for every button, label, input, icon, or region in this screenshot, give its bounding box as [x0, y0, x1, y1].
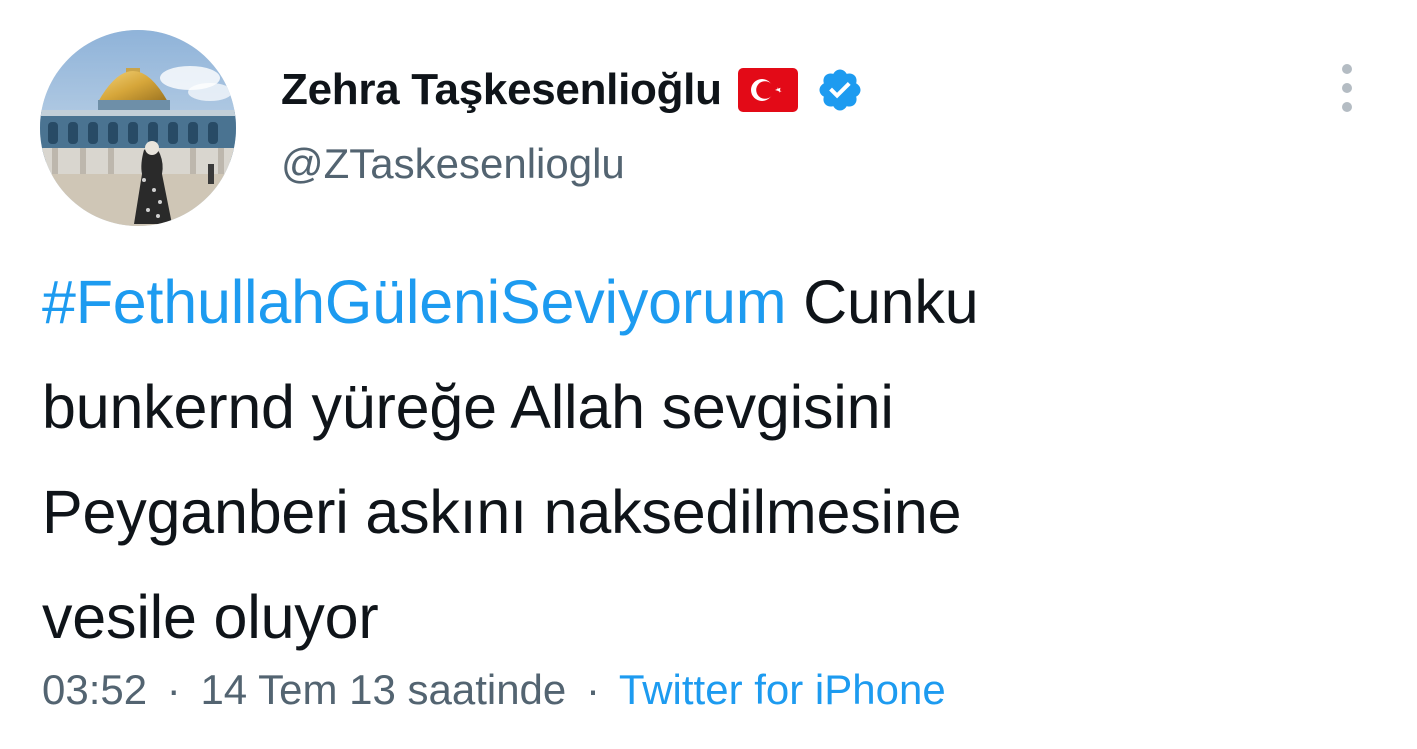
hashtag-link[interactable]: #FethullahGüleniSeviyorum — [42, 268, 787, 336]
verified-badge-icon — [816, 66, 864, 114]
tweet-line-1: #FethullahGüleniSeviyorum Cunku — [42, 250, 1382, 355]
more-dot — [1342, 102, 1352, 112]
tweet-card: Zehra Taşkesenlioğlu @ZTaskesenlioglu #F… — [0, 0, 1417, 749]
meta-separator: · — [585, 666, 600, 713]
tweet-line-2: bunkernd yüreğe Allah sevgisini — [42, 373, 894, 441]
tweet-line-4: vesile oluyor — [42, 583, 379, 651]
tweet-text-fragment: Cunku — [786, 268, 979, 336]
more-options-icon[interactable] — [1325, 60, 1369, 116]
meta-separator: · — [166, 666, 181, 713]
author-name-row: Zehra Taşkesenlioğlu — [281, 62, 864, 118]
tweet-time[interactable]: 03:52 — [42, 666, 147, 713]
avatar-photo — [40, 30, 236, 226]
more-dot — [1342, 64, 1352, 74]
tweet-date[interactable]: 14 Tem 13 saatinde — [200, 666, 566, 713]
tweet-text: #FethullahGüleniSeviyorum Cunku bunkernd… — [42, 250, 1382, 670]
user-handle[interactable]: @ZTaskesenlioglu — [281, 140, 625, 188]
tweet-metadata: 03:52 · 14 Tem 13 saatinde · Twitter for… — [42, 666, 946, 714]
more-dot — [1342, 83, 1352, 93]
source-link[interactable]: Twitter for iPhone — [619, 666, 946, 713]
avatar[interactable] — [40, 30, 236, 226]
turkey-flag-icon — [737, 68, 798, 112]
display-name[interactable]: Zehra Taşkesenlioğlu — [281, 65, 722, 115]
tweet-line-3: Peyganberi askını naksedilmesine — [42, 478, 962, 546]
